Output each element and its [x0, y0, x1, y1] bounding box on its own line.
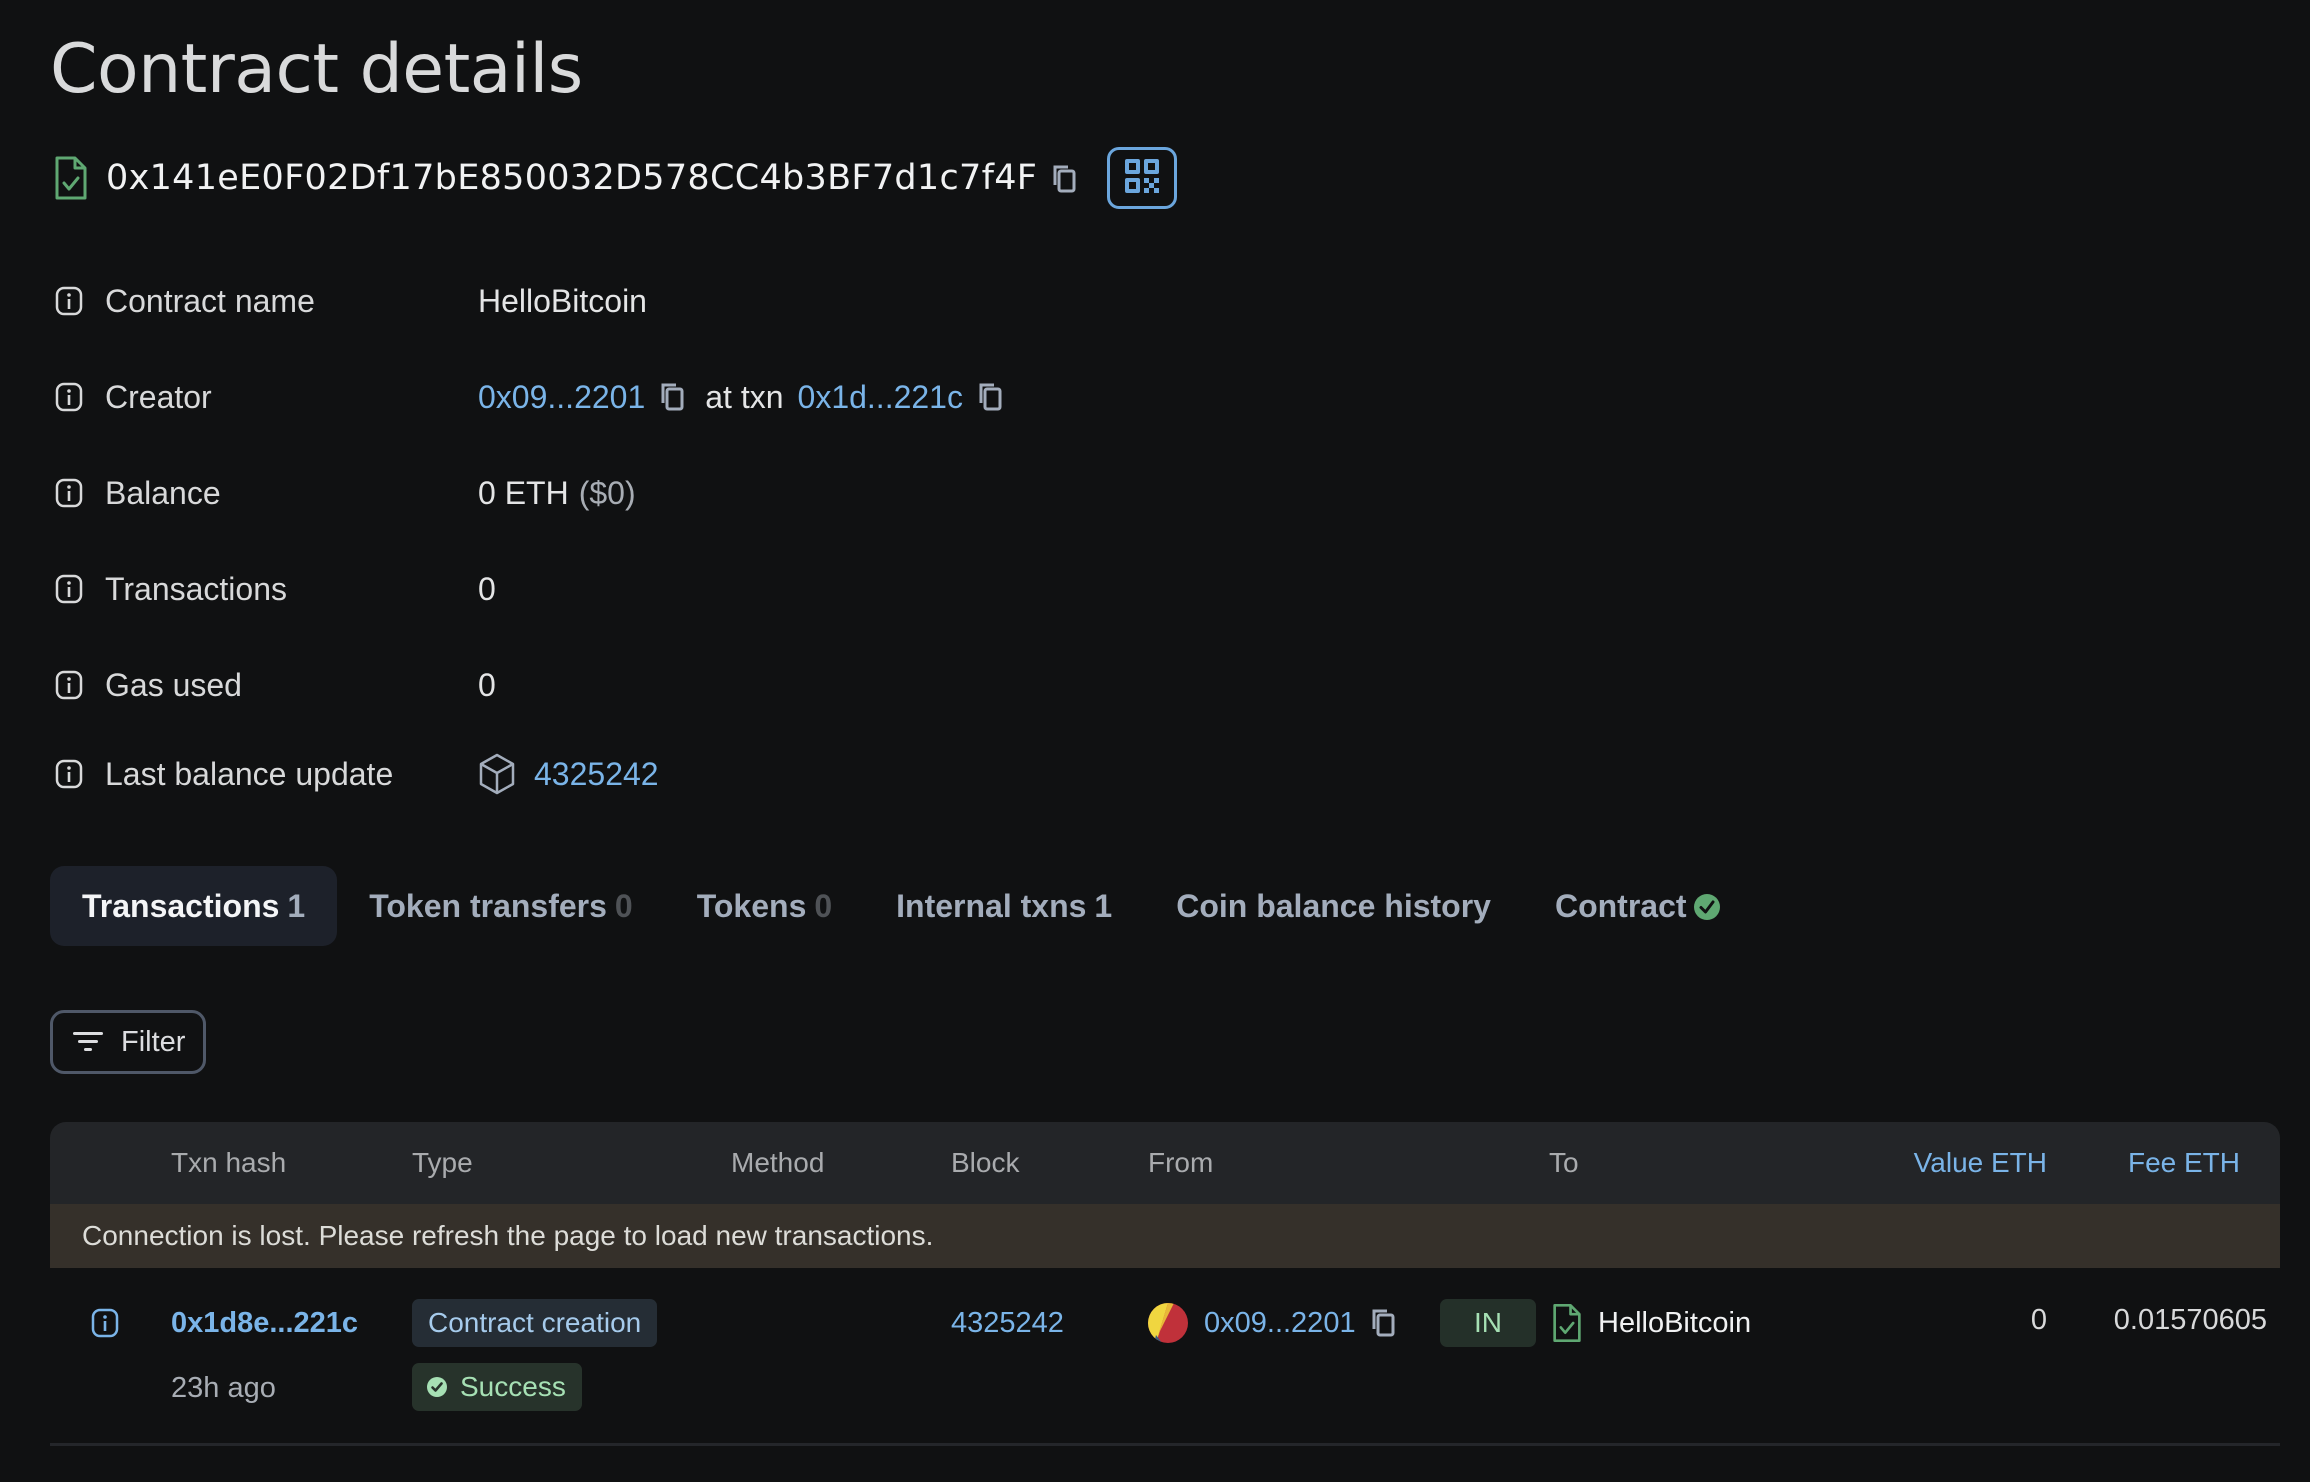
tab-label: Transactions [82, 887, 280, 924]
column-header-value[interactable]: Value ETH [1914, 1122, 2047, 1204]
info-icon[interactable] [55, 382, 83, 412]
tab-count: 1 [287, 887, 306, 924]
to-address: HelloBitcoin [1552, 1298, 1751, 1348]
column-header-txn-hash: Txn hash [171, 1147, 287, 1178]
balance-value: 0 ETH ($0) [478, 475, 636, 512]
column-header-from: From [1148, 1147, 1214, 1178]
detail-label: Balance [105, 474, 221, 511]
column-header-block: Block [951, 1147, 1020, 1178]
from-address: 0x09...2201 [1148, 1303, 1398, 1343]
column-header-to: To [1549, 1147, 1579, 1178]
detail-row-creator: Creator 0x09...2201 at txn 0x1d...221c [50, 372, 1005, 422]
info-icon[interactable] [91, 1303, 119, 1343]
tab-label: Internal txns [896, 887, 1087, 924]
tab-count: 1 [1094, 887, 1113, 924]
txn-value: 0 [2030, 1303, 2047, 1336]
detail-label: Transactions [105, 570, 287, 607]
detail-row-gas-used: Gas used 0 [50, 660, 496, 710]
from-address-link[interactable]: 0x09...2201 [1204, 1307, 1356, 1340]
gas-used-value: 0 [478, 666, 496, 703]
tab-coin-balance-history[interactable]: Coin balance history [1144, 866, 1523, 946]
qr-code-icon [1123, 157, 1161, 200]
txn-hash-link[interactable]: 0x1d8e...221c [171, 1303, 358, 1343]
contract-name-value: HelloBitcoin [478, 282, 647, 319]
info-icon[interactable] [55, 759, 83, 789]
contract-verified-icon [54, 156, 88, 200]
column-header-fee[interactable]: Fee ETH [2128, 1122, 2240, 1204]
tab-label: Tokens [696, 887, 807, 924]
contract-verified-icon [1552, 1303, 1582, 1343]
info-icon[interactable] [55, 670, 83, 700]
txn-status-badge: Success [412, 1363, 582, 1411]
tab-token-transfers[interactable]: Token transfers 0 [337, 866, 665, 946]
txn-status: Success [412, 1363, 582, 1411]
txn-type-badge: Contract creation [412, 1299, 658, 1347]
tab-bar: Transactions 1 Token transfers 0 Tokens … [50, 866, 1753, 946]
verified-check-icon [1693, 892, 1721, 920]
detail-label: Contract name [105, 282, 315, 319]
tab-tokens[interactable]: Tokens 0 [665, 866, 864, 946]
last-balance-update-value: 4325242 [478, 753, 659, 795]
detail-label: Gas used [105, 666, 242, 703]
qr-code-button[interactable] [1107, 147, 1178, 209]
tab-internal-txns[interactable]: Internal txns 1 [864, 866, 1144, 946]
txn-type: Contract creation [412, 1299, 658, 1347]
transactions-value: 0 [478, 570, 496, 607]
copy-icon[interactable] [977, 381, 1005, 413]
detail-label: Last balance update [105, 755, 394, 792]
direction-in: IN [1440, 1299, 1536, 1347]
contract-address-row: 0x141eE0F02Df17bE850032D578CC4b3BF7d1c7f… [50, 147, 1178, 209]
tab-count: 0 [614, 887, 633, 924]
filter-icon [73, 1030, 121, 1054]
block-link[interactable]: 4325242 [951, 1303, 1064, 1343]
copy-icon[interactable] [659, 381, 687, 413]
table-header: Txn hash Type Method Block From To Value… [50, 1122, 2280, 1204]
success-check-icon [426, 1376, 448, 1398]
at-txn-label: at txn [705, 378, 784, 415]
address-avatar [1148, 1303, 1188, 1343]
creator-value: 0x09...2201 at txn 0x1d...221c [478, 379, 1005, 416]
creator-address-link[interactable]: 0x09...2201 [478, 379, 645, 416]
balance-eth: 0 ETH [478, 474, 569, 511]
direction-badge: IN [1440, 1299, 1536, 1347]
tab-count: 0 [814, 887, 833, 924]
creator-txn-link[interactable]: 0x1d...221c [798, 379, 963, 416]
detail-row-balance: Balance 0 ETH ($0) [50, 468, 636, 518]
column-header-type: Type [412, 1147, 473, 1178]
detail-row-contract-name: Contract name HelloBitcoin [50, 276, 647, 326]
detail-label: Creator [105, 378, 212, 415]
page-title: Contract details [50, 30, 583, 109]
column-header-method: Method [731, 1147, 825, 1178]
block-link[interactable]: 4325242 [534, 756, 659, 793]
block-icon [478, 753, 516, 795]
tab-label: Token transfers [369, 887, 607, 924]
info-icon[interactable] [55, 478, 83, 508]
txn-fee: 0.01570605 [2113, 1303, 2267, 1336]
txn-age: 23h ago [171, 1371, 276, 1404]
balance-usd: ($0) [578, 474, 636, 511]
copy-icon[interactable] [1051, 163, 1079, 195]
info-icon[interactable] [55, 286, 83, 316]
tab-transactions[interactable]: Transactions 1 [50, 866, 338, 946]
filter-button[interactable]: Filter [50, 1010, 206, 1074]
detail-row-last-balance-update: Last balance update 4325242 [50, 749, 659, 799]
to-contract-link[interactable]: HelloBitcoin [1598, 1307, 1751, 1340]
tab-contract[interactable]: Contract [1523, 866, 1753, 946]
table-row: 0x1d8e...221c 23h ago Contract creation … [50, 1268, 2280, 1446]
status-label: Success [460, 1371, 566, 1402]
detail-row-transactions: Transactions 0 [50, 564, 496, 614]
info-icon[interactable] [55, 574, 83, 604]
tab-label: Coin balance history [1176, 887, 1491, 924]
copy-icon[interactable] [1370, 1307, 1398, 1339]
transactions-table: Txn hash Type Method Block From To Value… [50, 1122, 2280, 1446]
tab-label: Contract [1554, 887, 1687, 924]
filter-label: Filter [121, 1025, 186, 1058]
connection-lost-warning: Connection is lost. Please refresh the p… [50, 1204, 2280, 1268]
contract-address: 0x141eE0F02Df17bE850032D578CC4b3BF7d1c7f… [106, 158, 1038, 198]
